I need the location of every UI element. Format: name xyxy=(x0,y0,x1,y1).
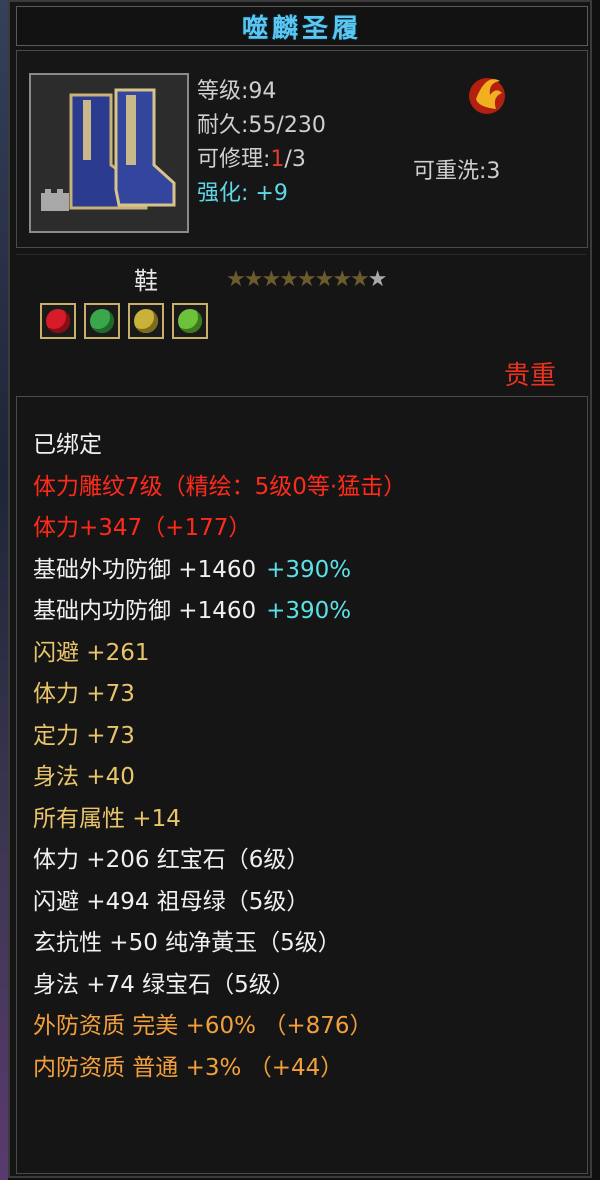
durability-text: 耐久:55/230 xyxy=(197,113,326,138)
green-gem-icon xyxy=(178,309,202,333)
attribute-list: 已绑定 体力雕纹7级（精绘：5级0等·猛击） 体力+347（+177） 基础外功… xyxy=(33,425,406,1089)
item-stats: 等级:94 耐久:55/230 可修理:1/3 强化: +9 xyxy=(197,75,326,211)
int-quality-line: 内防资质 普通 +3% （+44） xyxy=(33,1054,344,1081)
repair-used: 1 xyxy=(270,147,285,172)
level-text: 等级:94 xyxy=(197,79,277,104)
star-rating: ★★★★★★★★★ xyxy=(226,267,388,292)
ext-def-value: 基础外功防御 +1460 xyxy=(33,556,257,583)
stamina-line: 体力 +73 xyxy=(33,681,135,707)
agility-line: 身法 +40 xyxy=(33,764,135,790)
empty-star: ★ xyxy=(367,267,388,292)
item-icon-frame[interactable] xyxy=(29,73,189,233)
emerald-gem-icon xyxy=(90,309,114,333)
item-name: 噬麟圣履 xyxy=(241,13,362,44)
gem-slots xyxy=(40,303,208,339)
rewash-text: 可重洗:3 xyxy=(413,159,501,184)
bound-status: 已绑定 xyxy=(33,432,102,458)
item-header: 等级:94 耐久:55/230 可修理:1/3 强化: +9 可重洗:3 xyxy=(16,50,588,248)
flame-emblem-icon xyxy=(469,78,505,114)
int-def-value: 基础内功防御 +1460 xyxy=(33,598,257,624)
repair-max: /3 xyxy=(284,147,306,172)
dodge-line: 闪避 +261 xyxy=(33,639,150,666)
title-bar: 噬麟圣履 xyxy=(16,6,588,46)
gem-dodge-line: 闪避 +494 祖母绿（5级） xyxy=(33,888,310,915)
attribute-panel: 已绑定 体力雕纹7级（精绘：5级0等·猛击） 体力+347（+177） 基础外功… xyxy=(16,396,588,1174)
engrave-line: 体力雕纹7级（精绘：5级0等·猛击） xyxy=(33,473,407,500)
ext-def-percent: +390% xyxy=(266,556,352,583)
all-attr-line: 所有属性 +14 xyxy=(33,805,181,832)
ext-quality-line: 外防资质 完美 +60% （+876） xyxy=(33,1013,373,1039)
gem-slot-topaz[interactable] xyxy=(128,303,164,339)
gem-resist-line: 玄抗性 +50 纯净黃玉（5级） xyxy=(33,930,341,956)
filled-stars: ★★★★★★★★ xyxy=(226,267,370,292)
background-edge xyxy=(0,0,8,1180)
stamina-bonus-line: 体力+347（+177） xyxy=(33,515,252,541)
gem-stamina-line: 体力 +206 红宝石（6级） xyxy=(33,847,310,873)
boot-icon xyxy=(31,75,187,231)
ext-def-line: 基础外功防御 +1460 +390% xyxy=(33,550,406,592)
item-type: 鞋 xyxy=(134,267,158,295)
item-type-section: 鞋 ★★★★★★★★★ 贵重 xyxy=(16,254,586,391)
gem-slot-red[interactable] xyxy=(40,303,76,339)
repair-text: 可修理:1/3 xyxy=(197,143,326,177)
rarity-label: 贵重 xyxy=(503,361,556,391)
int-def-line: 基础内功防御 +1460 +390% xyxy=(33,591,406,633)
repair-label: 可修理: xyxy=(197,147,271,172)
strengthen-text: 强化: +9 xyxy=(197,181,288,206)
topaz-gem-icon xyxy=(134,309,158,333)
focus-line: 定力 +73 xyxy=(33,722,135,749)
gem-agility-line: 身法 +74 绿宝石（5级） xyxy=(33,971,295,998)
red-gem-icon xyxy=(46,309,70,333)
gem-slot-green[interactable] xyxy=(172,303,208,339)
int-def-percent: +390% xyxy=(266,598,352,624)
gem-slot-emerald[interactable] xyxy=(84,303,120,339)
